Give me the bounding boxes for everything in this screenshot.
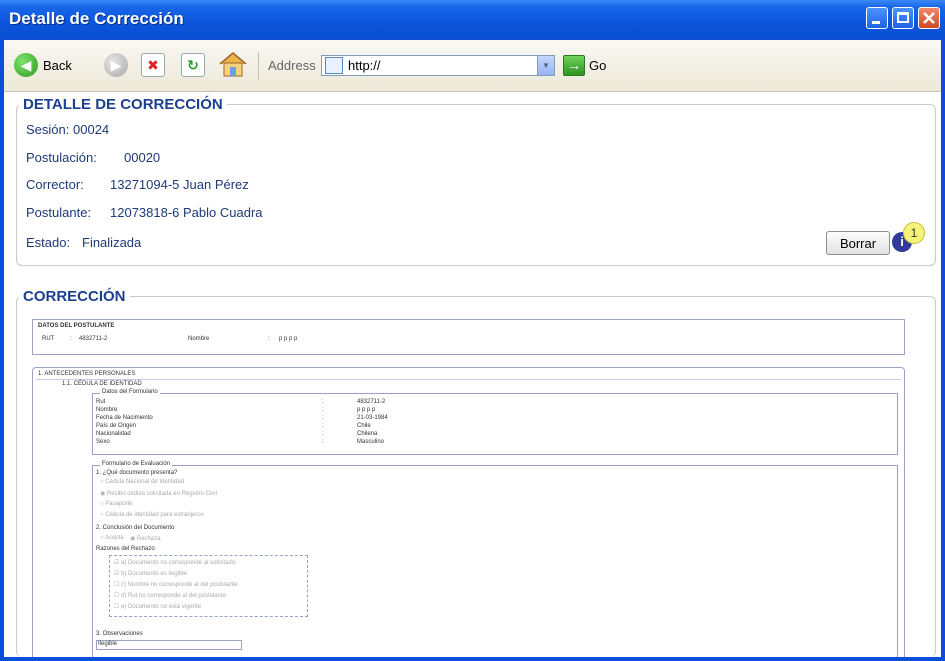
close-icon [923,12,935,24]
form-row-label: Nombre [96,407,118,413]
sesion-value: 00024 [73,122,110,137]
close-button[interactable] [918,7,940,29]
corrector-label: Corrector: [26,177,84,192]
evaluacion-title: Formulario de Evaluación [100,461,173,467]
observaciones-select[interactable] [96,640,242,650]
datos-formulario-frame [92,393,898,455]
q2-option[interactable]: ○ Acepta [100,535,124,541]
q3-label: 3. Observaciones [96,631,143,637]
q1-label: 1. ¿Qué documento presenta? [96,470,178,476]
corrector-value: 13271094-5 Juan Pérez [110,177,249,192]
postulacion-value: 00020 [124,150,161,165]
reason-checkbox[interactable]: ☐ d) Rut no corresponde al del postulant… [114,592,226,599]
form-row-label: Fecha de Nacimiento [96,415,153,421]
window-title: Detalle de Corrección [9,9,184,28]
form-row-sep: : [322,399,324,405]
nombre-value: p p p p [279,336,298,342]
address-dropdown-icon[interactable]: ▼ [537,56,554,75]
borrar-label: Borrar [839,235,877,251]
q2-option[interactable]: ◉ Rechaza [130,535,161,542]
form-row-value: p p p p [357,407,376,413]
postulante-row: Postulante: 12073818-6 Pablo Cuadra [26,205,326,220]
form-row-sep: : [322,439,324,445]
title-bar: Detalle de Corrección [0,0,945,40]
page-icon [325,57,343,74]
estado-label: Estado: [26,235,71,250]
datos-formulario-title: Datos del Formulario [100,389,160,395]
form-row-value: Masculino [357,439,385,445]
home-button[interactable] [218,50,248,83]
home-icon [219,52,247,77]
datos-postulante-frame [32,319,905,355]
correccion-legend: CORRECCIÓN [23,288,126,305]
postulante-value: 12073818-6 Pablo Cuadra [110,205,263,220]
form-row-label: País de Origen [96,423,137,429]
maximize-icon [897,12,909,23]
borrar-button[interactable]: Borrar [826,231,890,255]
stop-icon: ✖ [147,56,159,73]
refresh-button[interactable]: ↻ [181,53,205,77]
q1-option[interactable]: ○ Cédula Nacional de Identidad [100,479,184,485]
observaciones-value[interactable]: Ilegible [98,641,117,647]
form-row-label: Rut [96,399,106,405]
forward-button[interactable]: ▶ [104,53,128,77]
form-row-sep: : [322,407,324,413]
go-arrow-icon[interactable]: → [563,55,585,76]
sesion-row: Sesión: 00024 [26,122,109,137]
minimize-icon [872,21,880,24]
reasons-title: Razones del Rechazo [96,546,155,552]
corrector-row: Corrector: 13271094-5 Juan Pérez [26,177,326,192]
datos-postulante-title: DATOS DEL POSTULANTE [38,323,115,329]
back-label[interactable]: Back [43,58,72,73]
form-row-label: Sexo [96,439,110,445]
browser-window: Detalle de Corrección ◀ Back ▶ ✖ ↻ Addre… [0,0,945,661]
correction-document: DATOS DEL POSTULANTE RUT : 4832711-2 Nom… [32,317,907,657]
q2-label: 2. Conclusión del Documento [96,525,175,531]
form-row-label: Nacionalidad [96,431,131,437]
back-button[interactable]: ◀ [14,53,38,77]
form-row-value: Chilena [357,431,378,437]
estado-row: Estado: Finalizada [26,235,326,250]
address-bar[interactable]: http:// ▼ [321,55,555,76]
postulacion-label: Postulación: [26,150,97,165]
refresh-icon: ↻ [187,56,199,73]
toolbar: ◀ Back ▶ ✖ ↻ Address http:// ▼ → Go [4,40,941,92]
rut-label: RUT [42,336,55,342]
back-arrow-icon: ◀ [20,56,32,73]
form-row-sep: : [322,431,324,437]
maximize-button[interactable] [892,7,914,29]
rut-value: 4832711-2 [79,336,108,342]
address-label: Address [268,58,316,73]
antecedentes-title: 1. ANTECEDENTES PERSONALES [38,371,136,377]
postulante-label: Postulante: [26,205,92,220]
nombre-label: Nombre [188,336,210,342]
q1-option[interactable]: ◉ Recibo cédula solicitada en Registro C… [100,490,217,497]
reason-checkbox[interactable]: ☐ c) Nombre no corresponde al del postul… [114,581,238,588]
toolbar-separator [258,52,259,80]
page-content: DETALLE DE CORRECCIÓN Sesión: 00024 Post… [12,92,940,657]
form-row-value: Chile [357,423,371,429]
form-row-sep: : [322,415,324,421]
forward-arrow-icon: ▶ [110,56,122,73]
form-row-value: 21-03-1984 [357,415,388,421]
detalle-legend: DETALLE DE CORRECCIÓN [23,96,223,113]
reason-checkbox[interactable]: ☐ e) Documento no está vigente [114,603,201,610]
reason-checkbox[interactable]: ☑ a) Documento no corresponde al solicit… [114,559,235,566]
sesion-label: Sesión: [26,122,70,137]
notification-badge[interactable]: 1 [903,222,925,244]
go-label[interactable]: Go [589,58,606,73]
cedula-title: 1.1. CÉDULA DE IDENTIDAD [62,381,142,387]
form-row-sep: : [322,423,324,429]
q1-option[interactable]: ○ Pasaporte [100,501,133,507]
q1-option[interactable]: ○ Cédula de identidad para extranjeros [100,512,204,518]
address-value[interactable]: http:// [348,58,381,73]
postulacion-row: Postulación: 00020 [26,150,326,165]
reason-checkbox[interactable]: ☑ b) Documento es ilegible [114,570,187,577]
minimize-button[interactable] [866,7,888,29]
stop-button[interactable]: ✖ [141,53,165,77]
estado-value: Finalizada [82,235,142,250]
form-row-value: 4832711-2 [357,399,386,405]
